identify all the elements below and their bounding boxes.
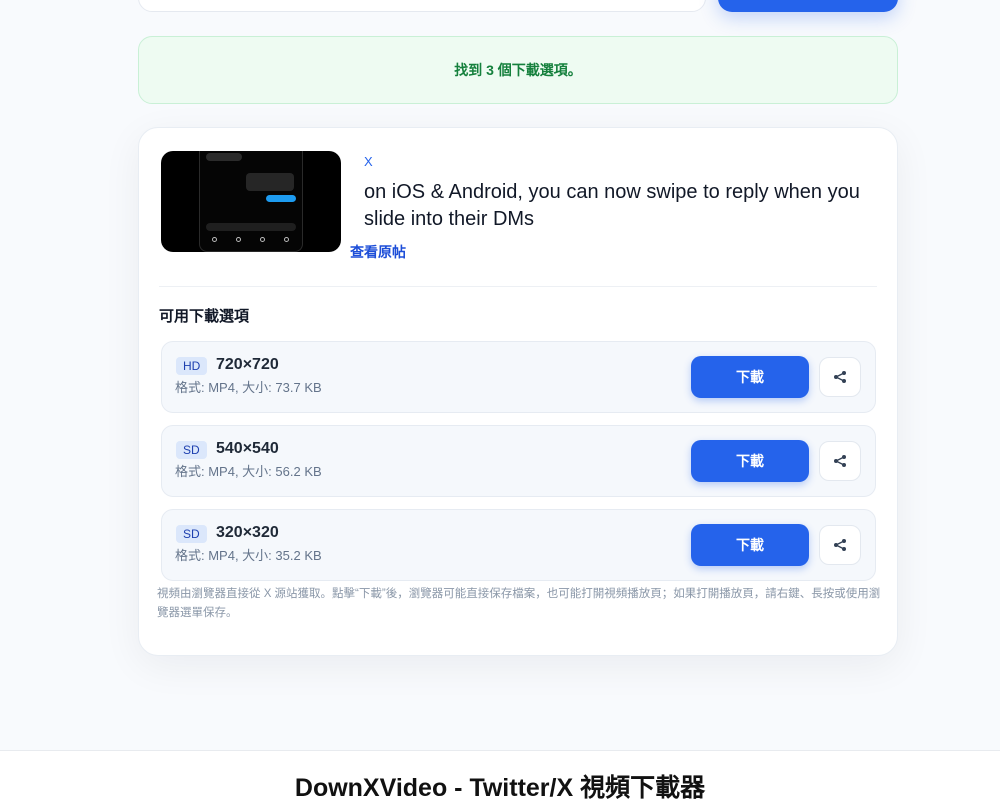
download-option: SD 320×320 格式: MP4, 大小: 35.2 KB 下載 — [161, 509, 876, 581]
download-option: SD 540×540 格式: MP4, 大小: 56.2 KB 下載 — [161, 425, 876, 497]
format-size-label: 格式: MP4, 大小: 56.2 KB — [175, 464, 322, 479]
fetch-button[interactable] — [718, 0, 898, 12]
share-button[interactable] — [819, 357, 861, 397]
resolution-label: 320×320 — [216, 524, 279, 541]
footer-title: DownXVideo - Twitter/X 視頻下載器 — [294, 774, 706, 800]
video-thumbnail[interactable] — [161, 151, 341, 252]
divider — [159, 286, 877, 287]
options-section-title: 可用下載選項 — [159, 308, 250, 325]
result-card: X on iOS & Android, you can now swipe to… — [138, 127, 898, 656]
download-option: HD 720×720 格式: MP4, 大小: 73.7 KB 下載 — [161, 341, 876, 413]
quality-badge: SD — [176, 441, 207, 459]
source-label: X — [364, 154, 373, 169]
share-button[interactable] — [819, 441, 861, 481]
format-size-label: 格式: MP4, 大小: 35.2 KB — [175, 548, 322, 563]
download-button[interactable]: 下載 — [691, 524, 809, 566]
quality-badge: SD — [176, 525, 207, 543]
success-message: 找到 3 個下載選項。 — [454, 62, 582, 78]
phone-screenshot — [199, 151, 303, 252]
page: 找到 3 個下載選項。 X on iOS & Android, you can … — [0, 0, 1000, 800]
url-input[interactable] — [138, 0, 706, 12]
share-icon — [834, 371, 846, 383]
download-note: 視頻由瀏覽器直接從 X 源站獲取。點擊“下載”後，瀏覽器可能直接保存檔案，也可能… — [157, 588, 881, 619]
resolution-label: 720×720 — [216, 356, 279, 373]
video-title: on iOS & Android, you can now swipe to r… — [364, 181, 860, 230]
share-button[interactable] — [819, 525, 861, 565]
share-icon — [834, 455, 846, 467]
view-original-link[interactable]: 查看原帖 — [350, 242, 406, 262]
resolution-label: 540×540 — [216, 440, 279, 457]
share-icon — [834, 539, 846, 551]
footer: DownXVideo - Twitter/X 視頻下載器 — [0, 750, 1000, 800]
format-size-label: 格式: MP4, 大小: 73.7 KB — [175, 380, 322, 395]
download-button[interactable]: 下載 — [691, 440, 809, 482]
success-banner: 找到 3 個下載選項。 — [138, 36, 898, 104]
quality-badge: HD — [176, 357, 208, 375]
download-button[interactable]: 下載 — [691, 356, 809, 398]
